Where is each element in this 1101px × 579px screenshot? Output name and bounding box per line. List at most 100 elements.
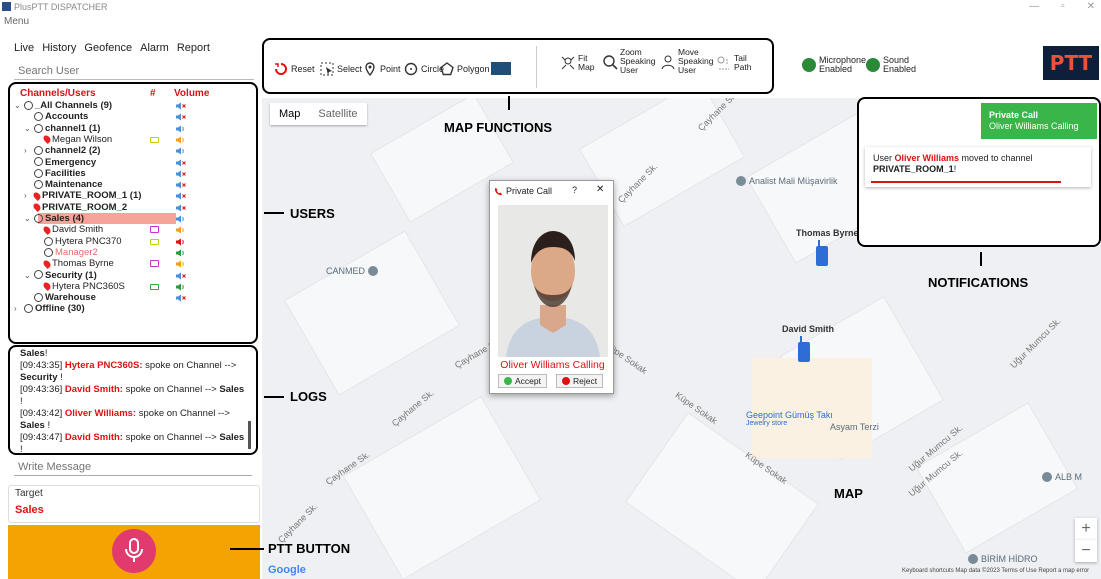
tree-row[interactable]: ⌄ _All Channels (9) bbox=[10, 100, 256, 111]
tree-row[interactable]: Warehouse bbox=[10, 292, 256, 303]
satellite-tab[interactable]: Satellite bbox=[309, 103, 366, 125]
volume-muted-icon[interactable] bbox=[176, 102, 186, 110]
tree-row-label: Hytera PNC370 bbox=[55, 235, 122, 247]
reset-button[interactable]: Reset bbox=[274, 62, 315, 76]
map-tab[interactable]: Map bbox=[270, 103, 309, 125]
tree-row[interactable]: Thomas Byrne bbox=[10, 258, 256, 269]
volume-icon[interactable] bbox=[176, 136, 186, 144]
fit-map-button[interactable]: Fit Map bbox=[560, 54, 595, 72]
marker-label-thomas: Thomas Byrne bbox=[796, 228, 859, 238]
log-scrollbar[interactable] bbox=[248, 421, 251, 449]
poi-geepoint[interactable]: Geepoint Gümüş Takı Jewelry store bbox=[746, 410, 833, 427]
sound-status[interactable]: Sound Enabled bbox=[866, 56, 916, 74]
volume-muted-icon[interactable] bbox=[176, 272, 186, 280]
dialog-help-button[interactable]: ? bbox=[572, 185, 577, 195]
polygon-label: Polygon bbox=[457, 64, 490, 74]
polygon-button[interactable]: Polygon bbox=[440, 62, 490, 76]
tree-row[interactable]: Hytera PNC360S bbox=[10, 281, 256, 292]
tree-row[interactable]: › Offline (30) bbox=[10, 303, 256, 314]
chevron-right-icon[interactable]: › bbox=[24, 190, 27, 201]
accept-call-button[interactable]: Accept bbox=[498, 374, 547, 388]
polygon-color-swatch[interactable] bbox=[491, 62, 511, 75]
tab-live[interactable]: Live bbox=[14, 42, 34, 54]
dialog-close-button[interactable]: ✕ bbox=[596, 184, 604, 195]
write-message-input[interactable] bbox=[14, 458, 252, 476]
menu-item[interactable]: Menu bbox=[4, 16, 29, 27]
tab-history[interactable]: History bbox=[42, 42, 76, 54]
reject-call-button[interactable]: Reject bbox=[556, 374, 604, 388]
tree-row[interactable]: Manager2 bbox=[10, 247, 256, 258]
tab-geofence[interactable]: Geofence bbox=[84, 42, 132, 54]
log-segment: ! bbox=[44, 348, 48, 359]
chevron-down-icon[interactable]: ⌄ bbox=[24, 123, 31, 134]
tree-row[interactable]: Accounts bbox=[10, 111, 256, 122]
radio-marker-icon[interactable] bbox=[816, 240, 828, 266]
radio-marker-icon[interactable] bbox=[798, 336, 810, 362]
log-segment: ! bbox=[20, 444, 23, 455]
ptt-button[interactable] bbox=[112, 529, 156, 573]
poi-birim[interactable]: BİRİM HİDRO bbox=[968, 554, 1038, 564]
tree-row[interactable]: David Smith bbox=[10, 224, 256, 235]
volume-icon[interactable] bbox=[176, 283, 186, 291]
zoom-user-icon bbox=[603, 54, 618, 70]
volume-muted-icon[interactable] bbox=[176, 204, 186, 212]
tab-alarm[interactable]: Alarm bbox=[140, 42, 169, 54]
tree-row[interactable]: Hytera PNC370 bbox=[10, 236, 256, 247]
search-user-input[interactable] bbox=[14, 62, 254, 80]
tree-row[interactable]: ⌄ Security (1) bbox=[10, 270, 256, 281]
tree-row[interactable]: Facilities bbox=[10, 168, 256, 179]
volume-icon[interactable] bbox=[176, 249, 186, 257]
volume-muted-icon[interactable] bbox=[176, 181, 186, 189]
point-button[interactable]: Point bbox=[363, 62, 401, 76]
volume-icon[interactable] bbox=[176, 260, 186, 268]
tree-row[interactable]: › PRIVATE_ROOM_1 (1) bbox=[10, 190, 256, 201]
minimize-button[interactable]: — bbox=[1029, 1, 1039, 12]
microphone-icon bbox=[125, 538, 143, 562]
zoom-speaking-user-button[interactable]: Zoom Speaking User bbox=[602, 48, 655, 75]
zoom-in-button[interactable]: + bbox=[1075, 518, 1097, 540]
map-type-tabs: Map Satellite bbox=[270, 103, 367, 125]
tab-report[interactable]: Report bbox=[177, 42, 210, 54]
volume-muted-icon[interactable] bbox=[176, 192, 186, 200]
tree-row-label: Warehouse bbox=[45, 292, 96, 304]
chevron-down-icon[interactable]: ⌄ bbox=[24, 270, 31, 281]
chevron-right-icon[interactable]: › bbox=[14, 303, 17, 314]
maximize-button[interactable]: ▫ bbox=[1061, 1, 1065, 12]
user-icon bbox=[34, 168, 43, 178]
tree-row[interactable]: Maintenance bbox=[10, 179, 256, 190]
chevron-down-icon[interactable]: ⌄ bbox=[24, 213, 31, 224]
volume-muted-icon[interactable] bbox=[176, 113, 186, 121]
close-window-button[interactable]: ✕ bbox=[1087, 1, 1095, 12]
tree-row[interactable]: PRIVATE_ROOM_2 bbox=[10, 202, 256, 213]
tree-row[interactable]: ⌄ channel1 (1) bbox=[10, 123, 256, 134]
volume-icon[interactable] bbox=[176, 125, 186, 133]
tree-row[interactable]: › channel2 (2) bbox=[10, 145, 256, 156]
select-button[interactable]: Select bbox=[320, 62, 362, 76]
poi-alb[interactable]: ALB M bbox=[1042, 472, 1082, 482]
volume-muted-icon[interactable] bbox=[176, 294, 186, 302]
move-notification[interactable]: User Oliver Williams moved to channel PR… bbox=[865, 147, 1091, 187]
target-label: Target bbox=[15, 488, 43, 499]
chevron-right-icon[interactable]: › bbox=[24, 145, 27, 156]
map-block bbox=[283, 230, 461, 396]
volume-muted-icon[interactable] bbox=[176, 159, 186, 167]
tree-row[interactable]: Megan Wilson bbox=[10, 134, 256, 145]
poi-analist[interactable]: Analist Mali Müşavirlik bbox=[736, 176, 838, 186]
move-speaking-user-button[interactable]: Move Speaking User bbox=[660, 48, 713, 75]
volume-icon[interactable] bbox=[176, 226, 186, 234]
volume-icon[interactable] bbox=[176, 238, 186, 246]
volume-muted-icon[interactable] bbox=[176, 170, 186, 178]
volume-icon[interactable] bbox=[176, 147, 186, 155]
microphone-status[interactable]: Microphone Enabled bbox=[802, 56, 866, 74]
poi-asyam[interactable]: Asyam Terzi bbox=[830, 422, 879, 432]
private-call-notification[interactable]: Private Call Oliver Williams Calling bbox=[981, 103, 1097, 139]
tree-row[interactable]: Emergency bbox=[10, 157, 256, 168]
tree-row[interactable]: ⌄ Sales (4) bbox=[10, 213, 256, 224]
circle-button[interactable]: Circle bbox=[404, 62, 444, 76]
volume-icon[interactable] bbox=[176, 215, 186, 223]
zoom-out-button[interactable]: − bbox=[1075, 540, 1097, 562]
poi-canmed[interactable]: CANMED bbox=[326, 266, 379, 276]
chevron-down-icon[interactable]: ⌄ bbox=[14, 100, 21, 111]
map-area bbox=[752, 358, 872, 458]
tail-path-button[interactable]: Tail Path bbox=[716, 54, 752, 72]
